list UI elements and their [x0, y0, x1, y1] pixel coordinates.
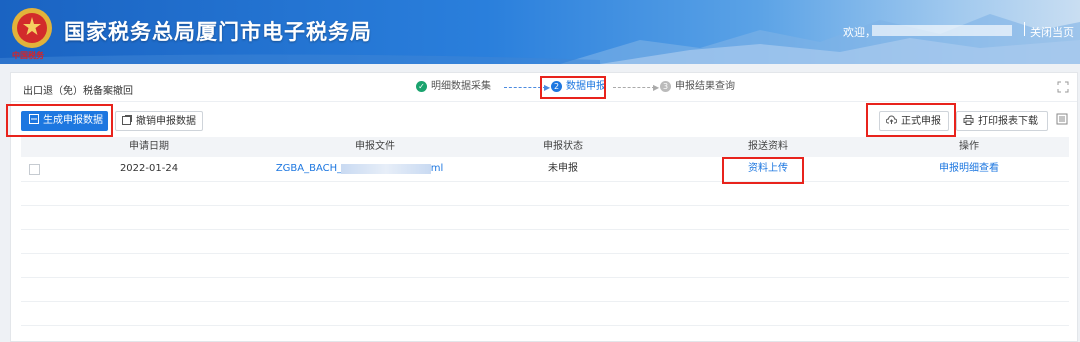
cell-status: 未申报: [548, 163, 578, 174]
table-row: [21, 230, 1069, 254]
cell-file-link[interactable]: ZGBA_BACH_: [276, 158, 342, 180]
check-icon: ✓: [416, 80, 427, 92]
divider: [11, 101, 1077, 102]
print-download-label: 打印报表下载: [978, 116, 1038, 127]
table-row: [21, 278, 1069, 302]
step-number-icon: 3: [660, 80, 671, 92]
emblem-icon: [12, 8, 52, 48]
highlight-box: [866, 103, 956, 137]
step-result-query[interactable]: 3 申报结果查询: [660, 79, 735, 95]
print-icon: [963, 115, 974, 125]
table-row: 2022-01-24 ZGBA_BACH_ ml 未申报 资料上传 申报明细查看: [21, 158, 1069, 182]
row-checkbox[interactable]: [29, 164, 40, 175]
view-details-link[interactable]: 申报明细查看: [939, 158, 999, 180]
header-separator: [1024, 22, 1025, 36]
column-header: 报送资料: [748, 141, 788, 152]
close-page-link[interactable]: 关闭当页: [1030, 24, 1074, 40]
expand-icon[interactable]: [1057, 81, 1069, 93]
column-header: 操作: [959, 141, 979, 152]
cancel-data-label: 撤销申报数据: [136, 116, 196, 127]
step-label: 明细数据采集: [431, 81, 491, 92]
settings-icon[interactable]: [1056, 113, 1068, 125]
main-panel: 出口退（免）税备案撤回 ✓ 明细数据采集 ▶ 2 数据申报 ▶ 3 申报结果查询 生成…: [6, 72, 1078, 342]
print-download-button[interactable]: 打印报表下载: [956, 111, 1048, 131]
username-redacted: [872, 25, 1012, 36]
step-detail-collect[interactable]: ✓ 明细数据采集: [416, 79, 491, 95]
cancel-data-button[interactable]: 撤销申报数据: [115, 111, 203, 131]
site-header: 中国税务 国家税务总局厦门市电子税务局 欢迎， 关闭当页: [0, 0, 1080, 64]
highlight-box: [540, 76, 606, 99]
column-header: 申报文件: [355, 141, 395, 152]
column-header: 申请日期: [129, 141, 169, 152]
cell-date: 2022-01-24: [119, 163, 179, 174]
table-header: 申请日期 申报文件 申报状态 报送资料 操作: [21, 137, 1069, 157]
table-row: [21, 254, 1069, 278]
site-title: 国家税务总局厦门市电子税务局: [64, 20, 372, 44]
emblem-caption: 中国税务: [12, 51, 44, 60]
table-row: [21, 182, 1069, 206]
step-connector: [613, 87, 655, 88]
table-row: [21, 206, 1069, 230]
filename-redacted: [341, 164, 431, 174]
highlight-box: [722, 157, 804, 184]
column-header: 申报状态: [543, 141, 583, 152]
highlight-box: [6, 104, 113, 137]
arrow-right-icon: ▶: [653, 83, 660, 92]
cell-file-tail[interactable]: ml: [431, 158, 444, 180]
breadcrumb: 出口退（免）税备案撤回: [23, 86, 133, 97]
cancel-icon: [122, 115, 132, 125]
table-row: [21, 302, 1069, 326]
step-label: 申报结果查询: [675, 81, 735, 92]
